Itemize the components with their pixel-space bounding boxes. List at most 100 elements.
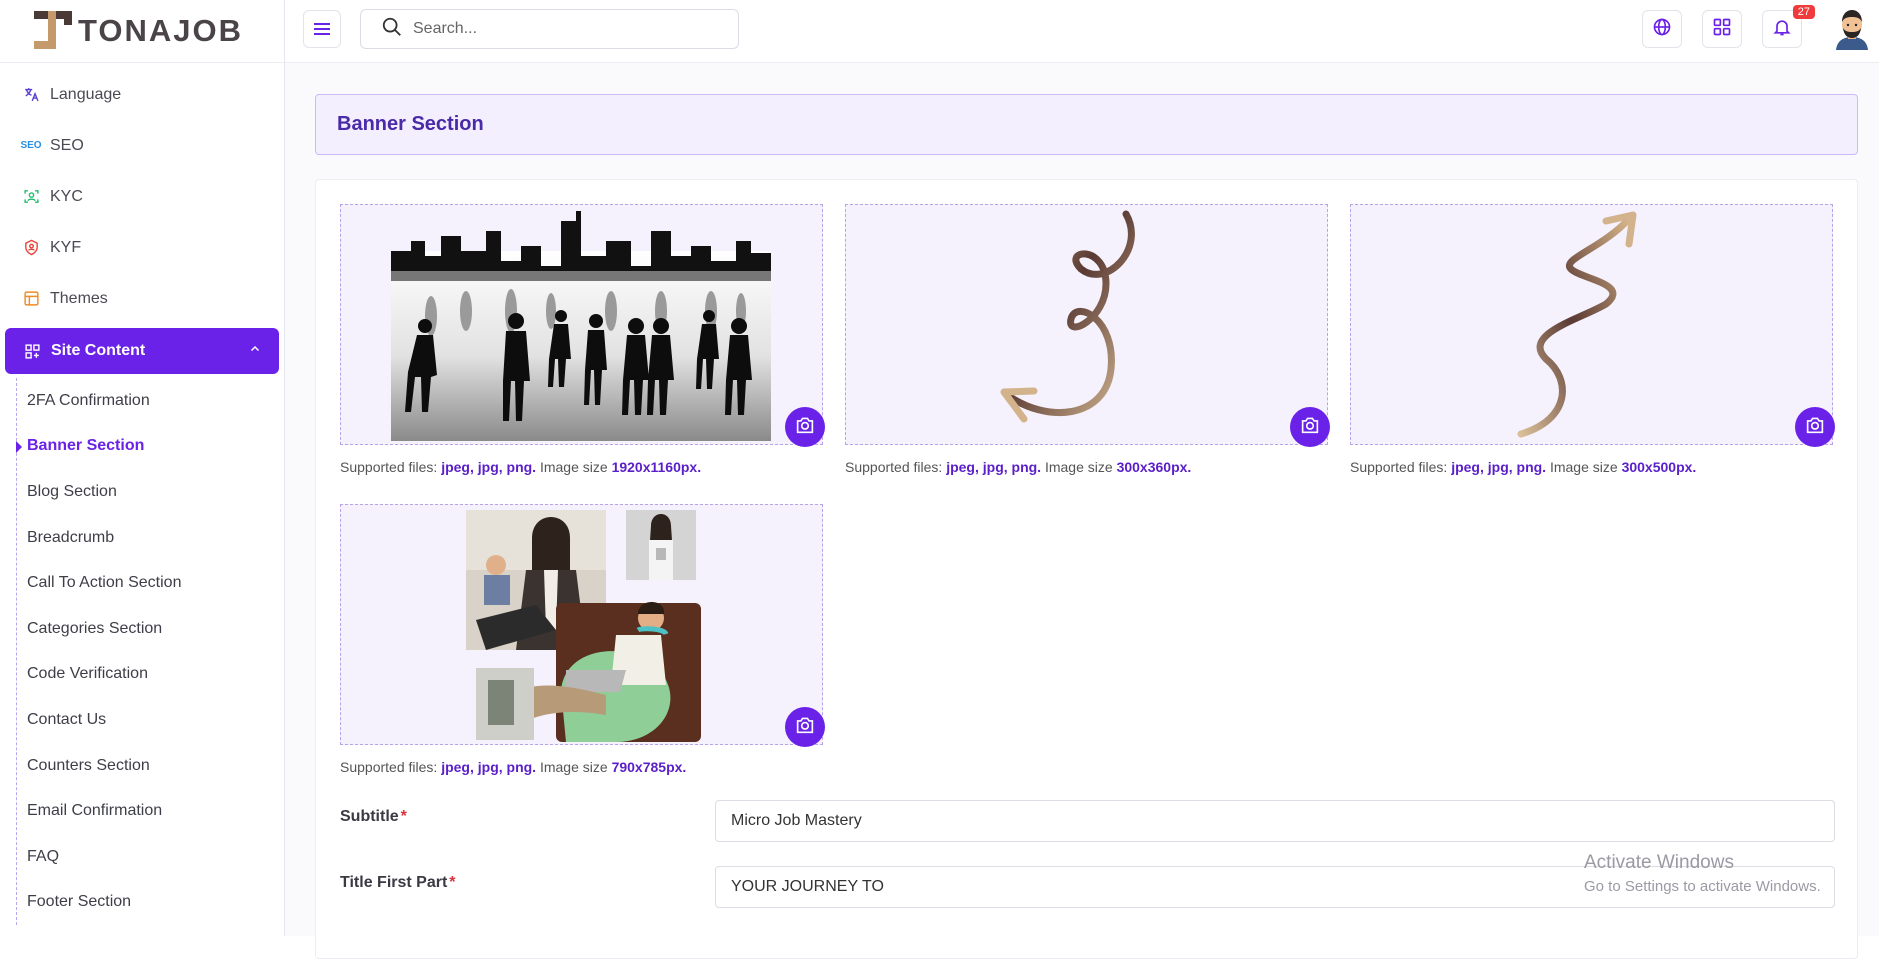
field-label-text: Subtitle — [340, 808, 399, 825]
image-uploader-3[interactable] — [1350, 204, 1835, 447]
logo-mark-icon — [34, 11, 72, 51]
hint-formats: jpeg, jpg, png. — [441, 459, 537, 475]
top-header: 27 — [285, 0, 1879, 63]
subtitle-input[interactable] — [715, 800, 1835, 842]
hint-supported-label: Supported files: — [340, 759, 438, 775]
hint-supported-label: Supported files: — [1350, 459, 1448, 475]
sidebar-subitem-faq[interactable]: FAQ — [17, 834, 284, 880]
curly-arrow-left-image — [986, 209, 1186, 446]
banner-form-card: Supported files: jpeg, jpg, png. Image s… — [315, 179, 1858, 959]
camera-icon — [795, 716, 815, 739]
subtitle-label: Subtitle * — [340, 808, 407, 826]
image-uploader-4[interactable] — [340, 504, 825, 747]
grid-plus-icon — [23, 342, 41, 360]
sidebar-item-site-content[interactable]: Site Content — [5, 328, 279, 374]
hint-size: 300x500px. — [1621, 459, 1697, 475]
globe-icon — [1652, 17, 1672, 42]
layout-icon — [22, 290, 40, 308]
camera-upload-button[interactable] — [785, 707, 825, 747]
search-box — [360, 9, 739, 49]
search-input[interactable] — [413, 20, 713, 38]
hint-formats: jpeg, jpg, png. — [1451, 459, 1547, 475]
image-uploader-1[interactable] — [340, 204, 825, 447]
field-label-text: Title First Part — [340, 874, 448, 891]
sidebar-subitem-footer-section[interactable]: Footer Section — [17, 880, 284, 926]
seo-icon: SEO — [20, 140, 42, 151]
hint-size: 300x360px. — [1116, 459, 1192, 475]
site-content-submenu: 2FA Confirmation Banner Section Blog Sec… — [16, 378, 284, 926]
camera-icon — [795, 416, 815, 439]
title-first-part-label: Title First Part * — [340, 874, 456, 892]
camera-icon — [1805, 416, 1825, 439]
watermark-title: Activate Windows — [1584, 852, 1734, 873]
hint-size-label: Image size — [539, 759, 608, 775]
sidebar-subitem-breadcrumb[interactable]: Breadcrumb — [17, 515, 284, 561]
hint-supported-label: Supported files: — [845, 459, 943, 475]
menu-toggle-button[interactable] — [303, 10, 341, 48]
sidebar-item-language[interactable]: Language — [0, 69, 284, 120]
sidebar-item-seo[interactable]: SEO SEO — [0, 120, 284, 171]
camera-upload-button[interactable] — [1290, 407, 1330, 447]
brand-logo[interactable]: TONAJOB — [0, 0, 284, 63]
activate-windows-watermark: Activate Windows Go to Settings to activ… — [1584, 852, 1821, 895]
upload-hint-2: Supported files: jpeg, jpg, png. Image s… — [845, 459, 1191, 475]
apps-button[interactable] — [1702, 10, 1742, 48]
camera-upload-button[interactable] — [1795, 407, 1835, 447]
hint-formats: jpeg, jpg, png. — [441, 759, 537, 775]
sidebar-item-kyf[interactable]: KYF — [0, 222, 284, 273]
sidebar-item-label: KYF — [50, 238, 82, 256]
bell-icon — [1772, 17, 1792, 42]
hint-size: 790x785px. — [611, 759, 687, 775]
sidebar-item-label: Language — [50, 85, 122, 103]
city-crowd-image — [391, 211, 771, 446]
hint-size: 1920x1160px. — [611, 459, 702, 475]
sidebar-subitem-blog-section[interactable]: Blog Section — [17, 469, 284, 515]
language-button[interactable] — [1642, 10, 1682, 48]
notifications-button[interactable]: 27 — [1762, 5, 1815, 48]
camera-upload-button[interactable] — [785, 407, 825, 447]
sidebar-item-themes[interactable]: Themes — [0, 273, 284, 324]
sidebar-menu: Language SEO SEO KYC KYF Themes Site Con… — [0, 63, 284, 926]
sidebar-item-kyc[interactable]: KYC — [0, 171, 284, 222]
sidebar-subitem-email-confirmation[interactable]: Email Confirmation — [17, 788, 284, 834]
watermark-subtitle: Go to Settings to activate Windows. — [1584, 878, 1821, 895]
sidebar: TONAJOB Language SEO SEO KYC KYF Themes … — [0, 0, 285, 936]
upload-hint-3: Supported files: jpeg, jpg, png. Image s… — [1350, 459, 1696, 475]
upload-hint-1: Supported files: jpeg, jpg, png. Image s… — [340, 459, 701, 475]
grid-icon — [1712, 17, 1732, 42]
upload-hint-4: Supported files: jpeg, jpg, png. Image s… — [340, 759, 686, 775]
sidebar-subitem-banner-section[interactable]: Banner Section — [16, 424, 284, 470]
sidebar-subitem-code-verification[interactable]: Code Verification — [17, 652, 284, 698]
page-title: Banner Section — [315, 94, 1858, 155]
translate-icon — [22, 86, 40, 104]
image-uploader-2[interactable] — [845, 204, 1330, 447]
curly-arrow-up-image — [1511, 209, 1661, 446]
people-collage-image — [466, 510, 701, 747]
hint-size-label: Image size — [1549, 459, 1618, 475]
sidebar-item-label: Themes — [50, 289, 108, 307]
face-scan-icon — [22, 188, 40, 206]
sidebar-item-label: SEO — [50, 136, 84, 154]
sidebar-subitem-call-to-action-section[interactable]: Call To Action Section — [17, 560, 284, 606]
required-marker: * — [400, 808, 407, 825]
hint-formats: jpeg, jpg, png. — [946, 459, 1042, 475]
sidebar-item-label: KYC — [50, 187, 83, 205]
hint-size-label: Image size — [539, 459, 608, 475]
main-content: Banner Section Supported files: jpeg, jp… — [285, 63, 1879, 959]
chevron-up-icon — [249, 342, 261, 358]
required-marker: * — [449, 874, 456, 891]
camera-icon — [1300, 416, 1320, 439]
sidebar-subitem-counters-section[interactable]: Counters Section — [17, 743, 284, 789]
brand-name: TONAJOB — [78, 13, 244, 48]
sidebar-subitem-contact-us[interactable]: Contact Us — [17, 697, 284, 743]
hint-supported-label: Supported files: — [340, 459, 438, 475]
hint-size-label: Image size — [1044, 459, 1113, 475]
sidebar-subitem-categories-section[interactable]: Categories Section — [17, 606, 284, 652]
search-icon — [381, 16, 403, 43]
notification-count-badge: 27 — [1792, 5, 1815, 19]
shield-user-icon — [22, 239, 40, 257]
avatar[interactable] — [1832, 8, 1872, 50]
sidebar-item-label: Site Content — [51, 342, 146, 359]
hamburger-icon — [314, 23, 330, 25]
sidebar-subitem-2fa-confirmation[interactable]: 2FA Confirmation — [17, 378, 284, 424]
